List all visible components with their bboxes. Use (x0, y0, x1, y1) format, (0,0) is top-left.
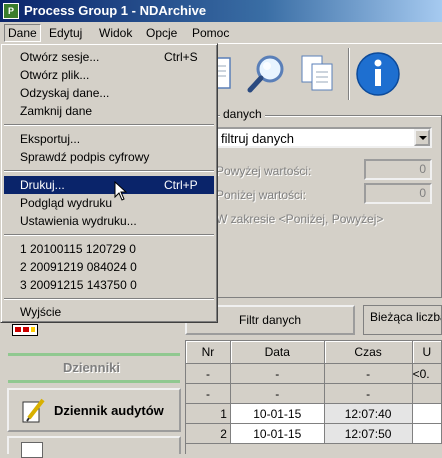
column-header-data[interactable]: Data (230, 341, 325, 364)
title-bar: P Process Group 1 - NDArchive (0, 0, 442, 22)
dane-menu: Otwórz sesje... Ctrl+S Otwórz plik... Odz… (0, 43, 218, 323)
audit-log-button[interactable]: Dziennik audytów (7, 388, 181, 432)
flag-icon (12, 324, 38, 336)
menu-item-print-preview[interactable]: Podgląd wydruku (4, 194, 214, 212)
copy-icon (301, 55, 333, 91)
search-button[interactable] (240, 46, 294, 102)
info-button[interactable] (352, 46, 406, 102)
table-cell (412, 383, 442, 404)
table-cell (412, 423, 442, 444)
menu-pomoc[interactable]: Pomoc (189, 25, 232, 41)
menu-separator (4, 124, 214, 126)
table-cell: 10-01-15 (230, 423, 325, 444)
left-panel (0, 320, 183, 454)
table-cell: 1 (186, 403, 231, 424)
menu-item-verify-signature[interactable]: Sprawdź podpis cyfrowy (4, 148, 214, 166)
divider-top (8, 353, 180, 356)
info-icon (356, 52, 400, 96)
menu-separator (4, 170, 214, 172)
data-table: Nr Data Czas U - - - <0. - - - 1 10-01-1… (185, 340, 442, 454)
menu-item-recover-data[interactable]: Odzyskaj dane... (4, 84, 214, 102)
copy-button[interactable] (292, 46, 346, 102)
menu-item-recent-3[interactable]: 3 20091215 143750 0 (4, 276, 214, 294)
document-icon (21, 442, 43, 458)
current-count-label: Bieżąca liczba r (363, 305, 442, 335)
above-value-label: Powyżej wartości: (216, 164, 312, 178)
next-panel-button[interactable] (7, 436, 181, 458)
table-cell (412, 403, 442, 424)
range-label: W zakresie <Poniżej, Powyżej> (216, 212, 384, 226)
table-row[interactable]: - - - (186, 383, 442, 404)
menu-item-print[interactable]: Drukuj... Ctrl+P (4, 176, 214, 194)
table-cell: - (230, 363, 325, 384)
audit-log-label: Dziennik audytów (54, 403, 164, 418)
column-header-czas[interactable]: Czas (324, 341, 413, 364)
menu-edytuj[interactable]: Edytuj (46, 25, 85, 41)
below-value-field[interactable]: 0 (364, 183, 432, 204)
table-cell: - (324, 363, 413, 384)
menu-widok[interactable]: Widok (96, 25, 135, 41)
menu-dane[interactable]: Dane (4, 24, 41, 42)
menu-item-export[interactable]: Eksportuj... (4, 130, 214, 148)
toolbar-separator (348, 48, 350, 100)
menu-bar: Dane Edytuj Widok Opcje Pomoc (0, 22, 442, 44)
table-cell: - (186, 363, 231, 384)
divider-bottom (8, 380, 180, 383)
menu-item-open-session[interactable]: Otwórz sesje... Ctrl+S (4, 48, 214, 66)
pencil-icon (22, 398, 45, 423)
menu-item-recent-2[interactable]: 2 20091219 084024 0 (4, 258, 214, 276)
menu-item-recent-1[interactable]: 1 20100115 120729 0 (4, 240, 214, 258)
table-cell: 12:07:50 (324, 423, 413, 444)
table-row[interactable]: 2 10-01-15 12:07:50 (186, 423, 442, 444)
menu-item-close-data[interactable]: Zamknij dane (4, 102, 214, 120)
table-cell: - (186, 383, 231, 404)
filter-mode-value: filtruj danych (221, 131, 294, 146)
table-cell: - (324, 383, 413, 404)
menu-opcje[interactable]: Opcje (143, 25, 180, 41)
table-cell: 2 (186, 423, 231, 444)
table-cell: 10-01-15 (230, 403, 325, 424)
table-row[interactable]: 1 10-01-15 12:07:40 (186, 403, 442, 424)
window-title: Process Group 1 - NDArchive (24, 3, 207, 18)
below-value-label: Poniżej wartości: (216, 188, 307, 202)
table-cell: - (230, 383, 325, 404)
table-row[interactable]: - - - <0. (186, 363, 442, 384)
table-cell: 12:07:40 (324, 403, 413, 424)
app-icon: P (3, 3, 19, 19)
mouse-cursor-icon (114, 181, 128, 201)
section-label-dzienniki: Dzienniki (62, 360, 121, 375)
menu-item-exit[interactable]: Wyjście (4, 303, 214, 321)
filter-mode-select[interactable]: filtruj danych (215, 127, 432, 148)
column-header-u[interactable]: U (412, 341, 442, 364)
menu-item-open-file[interactable]: Otwórz plik... (4, 66, 214, 84)
menu-item-print-settings[interactable]: Ustawienia wydruku... (4, 212, 214, 230)
filter-group-title: danych (220, 107, 265, 121)
menu-separator (4, 298, 214, 300)
chevron-down-icon[interactable] (414, 129, 430, 146)
menu-separator (4, 234, 214, 236)
table-cell: <0. (412, 363, 442, 384)
search-icon (247, 55, 284, 93)
column-header-nr[interactable]: Nr (186, 341, 231, 364)
above-value-field[interactable]: 0 (364, 159, 432, 180)
